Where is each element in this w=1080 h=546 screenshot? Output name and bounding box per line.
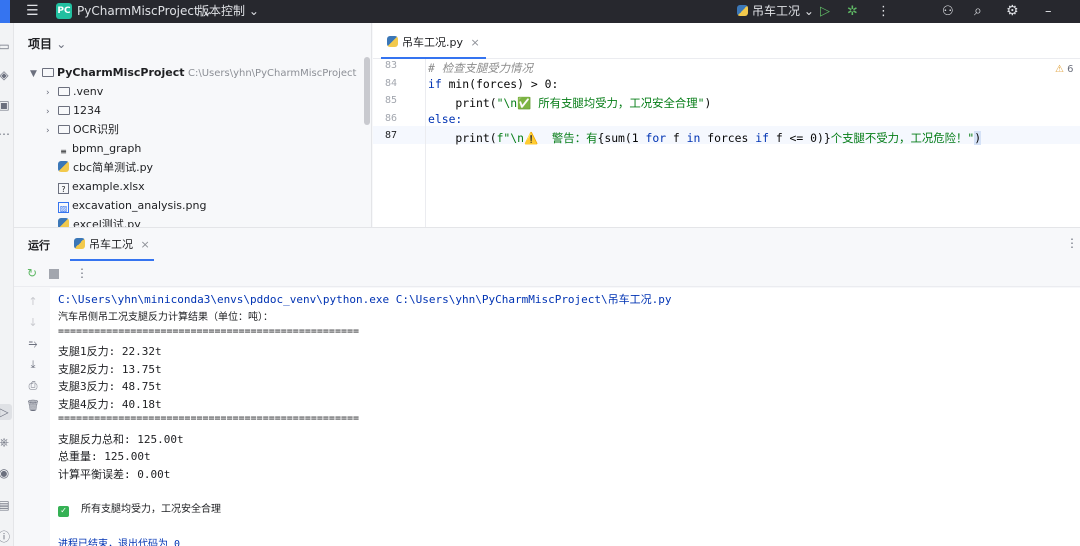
python-file-icon [58, 218, 69, 227]
unknown-file-icon: ? [58, 183, 69, 194]
more-icon[interactable]: ⋮ [76, 266, 88, 280]
run-config-selector[interactable]: 吊车工况 ⌄ [737, 0, 814, 23]
console-line: 汽车吊侧吊工况支腿反力计算结果（单位：吨）： [58, 312, 273, 323]
more-icon[interactable]: ⋮ [877, 0, 890, 23]
warning-icon: ⚠ [1055, 64, 1064, 75]
editor-tabs: 吊车工况.py × [373, 23, 1080, 59]
project-panel: 项目 ⌄ ▼ PyCharmMiscProject C:\Users\yhn\Py… [14, 23, 372, 227]
project-selector[interactable]: PyCharmMiscProject ⌄ [77, 0, 213, 23]
editor: 吊车工况.py × ⚠ 6 83 84 85 86 87 # 检查支腿受力情况 … [373, 23, 1080, 227]
check-icon: ✓ [58, 506, 69, 517]
line-number: 86 [384, 113, 397, 124]
close-icon[interactable]: × [141, 238, 150, 251]
console-line: 支腿4反力: 40.18t [58, 398, 162, 411]
close-icon[interactable]: × [471, 36, 480, 49]
console-line: ✓ 所有支腿均受力，工况安全合理 [58, 500, 221, 517]
project-panel-title[interactable]: 项目 ⌄ [28, 35, 66, 52]
tool-window-stripe: ▭ ◈ ▣ ⋯ ▷ ⎈ ◉ ▤ ⓘ [0, 23, 14, 546]
editor-tab[interactable]: 吊车工况.py × [381, 23, 486, 59]
tree-root[interactable]: ▼ PyCharmMiscProject C:\Users\yhn\PyCharm… [30, 63, 356, 82]
run-panel: 运行 吊车工况 × ⋮ ↻ ⋮ ↑ ↓ ⥱ ⤓ ⎙ 🗑 C:\Users\yhn… [14, 227, 1080, 546]
soft-wrap-icon[interactable]: ⥱ [26, 337, 40, 351]
code-line[interactable]: if min(forces) > 0: [428, 77, 558, 91]
console-line: 支腿2反力: 13.75t [58, 363, 162, 376]
python-icon [74, 238, 85, 249]
image-file-icon: ▨ [58, 202, 69, 213]
run-toolbar: ↻ ⋮ [14, 261, 1080, 287]
vcs-menu[interactable]: 版本控制 ⌄ [197, 0, 259, 23]
tree-item[interactable]: › .venv [46, 82, 103, 101]
project-logo-icon: PC [56, 3, 72, 19]
tree-item[interactable]: › 1234 [46, 101, 101, 120]
tree-item[interactable]: ≡ bpmn_graph [58, 139, 141, 158]
console-line: 支腿反力总和: 125.00t [58, 433, 184, 446]
run-panel-header: 运行 吊车工况 × ⋮ [14, 228, 1080, 261]
gutter-separator [425, 59, 426, 227]
problems-icon[interactable]: ⓘ [0, 529, 12, 545]
python-file-icon [58, 161, 69, 172]
tree-item[interactable]: ? example.xlsx [58, 177, 145, 196]
terminal-icon[interactable]: ▤ [0, 497, 12, 513]
run-tab[interactable]: 吊车工况 × [70, 228, 154, 261]
chevron-right-icon: › [46, 126, 50, 136]
more-tools-icon[interactable]: ⋯ [0, 126, 12, 142]
project-tool-icon[interactable]: ▭ [0, 38, 12, 54]
folder-icon [58, 125, 70, 134]
code-line[interactable]: print("\n✅ 所有支腿均受力，工况安全合理") [428, 95, 711, 111]
arrow-up-icon[interactable]: ↑ [26, 295, 40, 309]
app-icon[interactable] [0, 0, 10, 23]
search-icon[interactable]: ⌕ [974, 0, 982, 23]
folder-icon [58, 87, 70, 96]
line-number: 85 [384, 95, 397, 106]
console-separator: ========================================… [58, 326, 360, 337]
print-icon[interactable]: ⎙ [26, 379, 40, 393]
services-icon[interactable]: ◉ [0, 465, 12, 481]
run-icon[interactable]: ▷ [820, 0, 830, 23]
run-tool-icon[interactable]: ▷ [0, 404, 12, 420]
python-icon [737, 5, 748, 16]
rerun-icon[interactable]: ↻ [27, 266, 37, 280]
tree-item[interactable]: › OCR识别 [46, 120, 119, 139]
more-icon[interactable]: ⋮ [1066, 236, 1078, 250]
line-number: 87 [384, 130, 397, 141]
trash-icon[interactable]: 🗑 [26, 399, 40, 413]
main-menu-icon[interactable]: ☰ [26, 0, 39, 23]
debug-icon[interactable]: ✲ [847, 0, 858, 23]
tree-item[interactable]: cbc简单测试.py [58, 158, 153, 177]
minimize-icon[interactable]: – [1045, 0, 1052, 23]
console-line: 支腿3反力: 48.75t [58, 380, 162, 393]
arrow-down-icon[interactable]: ↓ [26, 316, 40, 330]
python-packages-icon[interactable]: ⎈ [0, 434, 12, 450]
code-line[interactable]: else: [428, 112, 462, 126]
console-command: C:\Users\yhn\miniconda3\envs\pddoc_venv\… [58, 293, 672, 306]
inspection-widget[interactable]: ⚠ 6 [1055, 64, 1074, 75]
stop-icon[interactable] [49, 269, 59, 279]
chevron-down-icon: ▼ [30, 69, 37, 79]
console-line: 总重量: 125.00t [58, 450, 151, 463]
folder-icon [58, 106, 70, 115]
line-number: 84 [384, 78, 397, 89]
run-panel-title: 运行 [28, 239, 50, 252]
folder-icon [42, 68, 54, 77]
console-output[interactable]: C:\Users\yhn\miniconda3\envs\pddoc_venv\… [50, 288, 1080, 546]
console-line: 支腿1反力: 22.32t [58, 345, 162, 358]
settings-icon[interactable]: ⚙ [1006, 0, 1019, 23]
console-line: 计算平衡误差: 0.00t [58, 468, 171, 481]
folder-icon[interactable]: ▣ [0, 97, 12, 113]
console-exit-line: 进程已结束，退出代码为 0 [58, 539, 181, 546]
title-bar: ☰ PC PyCharmMiscProject ⌄ 版本控制 ⌄ 吊车工况 ⌄ … [0, 0, 1080, 23]
console-separator: ========================================… [58, 413, 360, 424]
add-user-icon[interactable]: ⚇ [942, 0, 954, 23]
code-line[interactable]: # 检查支腿受力情况 [428, 60, 533, 76]
text-file-icon: ≡ [60, 147, 67, 156]
layers-icon[interactable]: ◈ [0, 67, 12, 83]
code-line[interactable]: print(f"\n⚠️ 警告：有{sum(1 for f in forces … [428, 130, 982, 146]
python-file-icon [387, 36, 398, 47]
scroll-to-end-icon[interactable]: ⤓ [26, 358, 40, 372]
tree-item[interactable]: excel测试.py [58, 215, 141, 227]
line-number: 83 [384, 60, 397, 71]
project-scrollbar[interactable] [364, 57, 370, 125]
tree-item[interactable]: ▨ excavation_analysis.png [58, 196, 206, 215]
